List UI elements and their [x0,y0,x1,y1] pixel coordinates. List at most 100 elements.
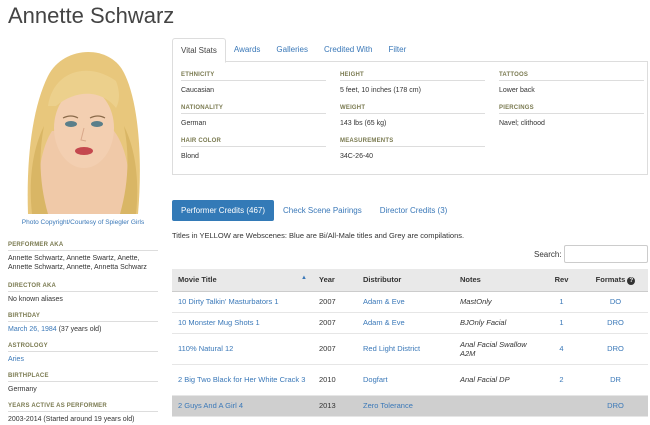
tab-check-scene-pairings[interactable]: Check Scene Pairings [274,200,371,221]
formats-link[interactable]: DR [610,375,621,384]
col-distributor[interactable]: Distributor [357,269,454,292]
col-movie-title[interactable]: Movie Title ▲ [172,269,313,292]
table-row: 110% Natural 12 2007 Red Light District … [172,333,648,365]
rev-link[interactable]: 1 [559,318,563,327]
help-icon[interactable]: ? [627,276,636,285]
movie-title-link[interactable]: 2 Guys And A Girl 4 [178,401,243,410]
tab-galleries[interactable]: Galleries [268,38,316,62]
rev-link[interactable]: 4 [559,344,563,353]
credits-table: Movie Title ▲ Year Distributor Notes Rev … [172,269,648,417]
color-legend-note: Titles in YELLOW are Webscenes: Blue are… [172,231,465,240]
table-row-compilation: 2 Guys And A Girl 4 2013 Zero Tolerance … [172,395,648,417]
movie-title-link[interactable]: 2 Big Two Black for Her White Crack 3 [178,375,305,384]
birthday-value: March 26, 1984 (37 years old) [8,325,158,334]
performer-aka-section: PERFORMER AKA Annette Schwartz, Annette … [8,242,158,272]
performer-aka-label: PERFORMER AKA [8,242,158,251]
year-cell: 2007 [313,333,357,365]
birthplace-value: Germany [8,386,37,393]
col-rev[interactable]: Rev [540,269,583,292]
astrology-section: ASTROLOGY Aries [8,343,158,364]
year-cell: 2013 [313,395,357,417]
tattoos-label: TATTOOS [499,72,644,81]
notes-cell: Anal Facial Swallow A2M [454,333,540,365]
year-cell: 2007 [313,312,357,334]
performer-aka-value: Annette Schwartz, Annette Swartz, Anette… [8,255,147,271]
years-active-value: 2003-2014 (Started around 19 years old) [8,416,135,423]
formats-link[interactable]: DO [610,297,621,306]
years-active-label: YEARS ACTIVE AS PERFORMER [8,403,158,412]
weight-label: WEIGHT [340,105,485,114]
col-notes[interactable]: Notes [454,269,540,292]
ethnicity-label: ETHNICITY [181,72,326,81]
birthday-section: BIRTHDAY March 26, 1984 (37 years old) [8,313,158,334]
height-value: 5 feet, 10 inches (178 cm) [340,87,421,94]
table-row: 2 Big Two Black for Her White Crack 3 20… [172,364,648,396]
photo-credit[interactable]: Photo Copyright/Courtesy of Spiegler Gir… [8,219,158,227]
formats-link[interactable]: DRO [607,401,624,410]
credit-tabs: Performer Credits (467) Check Scene Pair… [172,200,456,221]
col-formats-label: Formats [595,274,626,284]
tattoos-value: Lower back [499,87,535,94]
hair-color-value: Blond [181,153,199,160]
profile-tabs: Vital Stats Awards Galleries Credited Wi… [172,38,648,63]
rev-link[interactable]: 1 [559,297,563,306]
search-label: Search: [534,250,562,259]
vitals-column-2: HEIGHT 5 feet, 10 inches (178 cm) WEIGHT… [340,72,485,171]
notes-cell: MastOnly [454,291,540,313]
tab-filter[interactable]: Filter [380,38,414,62]
formats-link[interactable]: DRO [607,344,624,353]
notes-cell: Anal Facial DP [454,364,540,396]
piercings-value: Navel; clithood [499,120,545,127]
rev-link[interactable]: 2 [559,375,563,384]
search-input[interactable] [564,245,648,263]
col-formats[interactable]: Formats ? [583,269,648,292]
ethnicity-value: Caucasian [181,87,215,94]
formats-link[interactable]: DRO [607,318,624,327]
nationality-label: NATIONALITY [181,105,326,114]
distributor-link[interactable]: Adam & Eve [363,318,405,327]
movie-title-link[interactable]: 10 Dirty Talkin' Masturbators 1 [178,297,279,306]
birthplace-label: BIRTHPLACE [8,373,158,382]
nationality-value: German [181,120,207,127]
measurements-value: 34C-26-40 [340,153,374,160]
birthday-link[interactable]: March 26, 1984 [8,326,57,333]
distributor-link[interactable]: Red Light District [363,344,420,353]
movie-title-link[interactable]: 110% Natural 12 [178,344,233,353]
table-header-row: Movie Title ▲ Year Distributor Notes Rev … [172,269,648,292]
tab-credited-with[interactable]: Credited With [316,38,380,62]
table-row: 10 Dirty Talkin' Masturbators 1 2007 Ada… [172,291,648,313]
vitals-column-1: ETHNICITY Caucasian NATIONALITY German H… [181,72,326,171]
portrait-image [8,36,158,214]
table-row: 10 Monster Mug Shots 1 2007 Adam & Eve B… [172,312,648,334]
movie-title-link[interactable]: 10 Monster Mug Shots 1 [178,318,260,327]
weight-value: 143 lbs (65 kg) [340,120,387,127]
distributor-link[interactable]: Adam & Eve [363,297,405,306]
birthday-age: (37 years old) [56,326,102,333]
years-active-section: YEARS ACTIVE AS PERFORMER 2003-2014 (Sta… [8,403,158,424]
director-aka-section: DIRECTOR AKA No known aliases [8,283,158,304]
col-year[interactable]: Year [313,269,357,292]
year-cell: 2010 [313,364,357,396]
director-aka-label: DIRECTOR AKA [8,283,158,292]
distributor-link[interactable]: Dogfart [363,375,388,384]
birthplace-section: BIRTHPLACE Germany [8,373,158,394]
distributor-link[interactable]: Zero Tolerance [363,401,413,410]
measurements-label: MEASUREMENTS [340,138,485,147]
tab-performer-credits[interactable]: Performer Credits (467) [172,200,275,221]
tab-awards[interactable]: Awards [226,38,269,62]
sort-ascending-icon: ▲ [301,275,307,282]
birthday-label: BIRTHDAY [8,313,158,322]
astrology-label: ASTROLOGY [8,343,158,352]
vital-stats-panel: ETHNICITY Caucasian NATIONALITY German H… [172,62,648,175]
tab-vital-stats[interactable]: Vital Stats [172,38,226,63]
notes-cell [454,395,540,417]
astrology-link[interactable]: Aries [8,356,24,363]
hair-color-label: HAIR COLOR [181,138,326,147]
performer-photo[interactable] [8,36,158,214]
piercings-label: PIERCINGS [499,105,644,114]
height-label: HEIGHT [340,72,485,81]
director-aka-value: No known aliases [8,296,63,303]
tab-director-credits[interactable]: Director Credits (3) [371,200,457,221]
vitals-column-3: TATTOOS Lower back PIERCINGS Navel; clit… [499,72,644,138]
notes-cell: BJOnly Facial [454,312,540,334]
